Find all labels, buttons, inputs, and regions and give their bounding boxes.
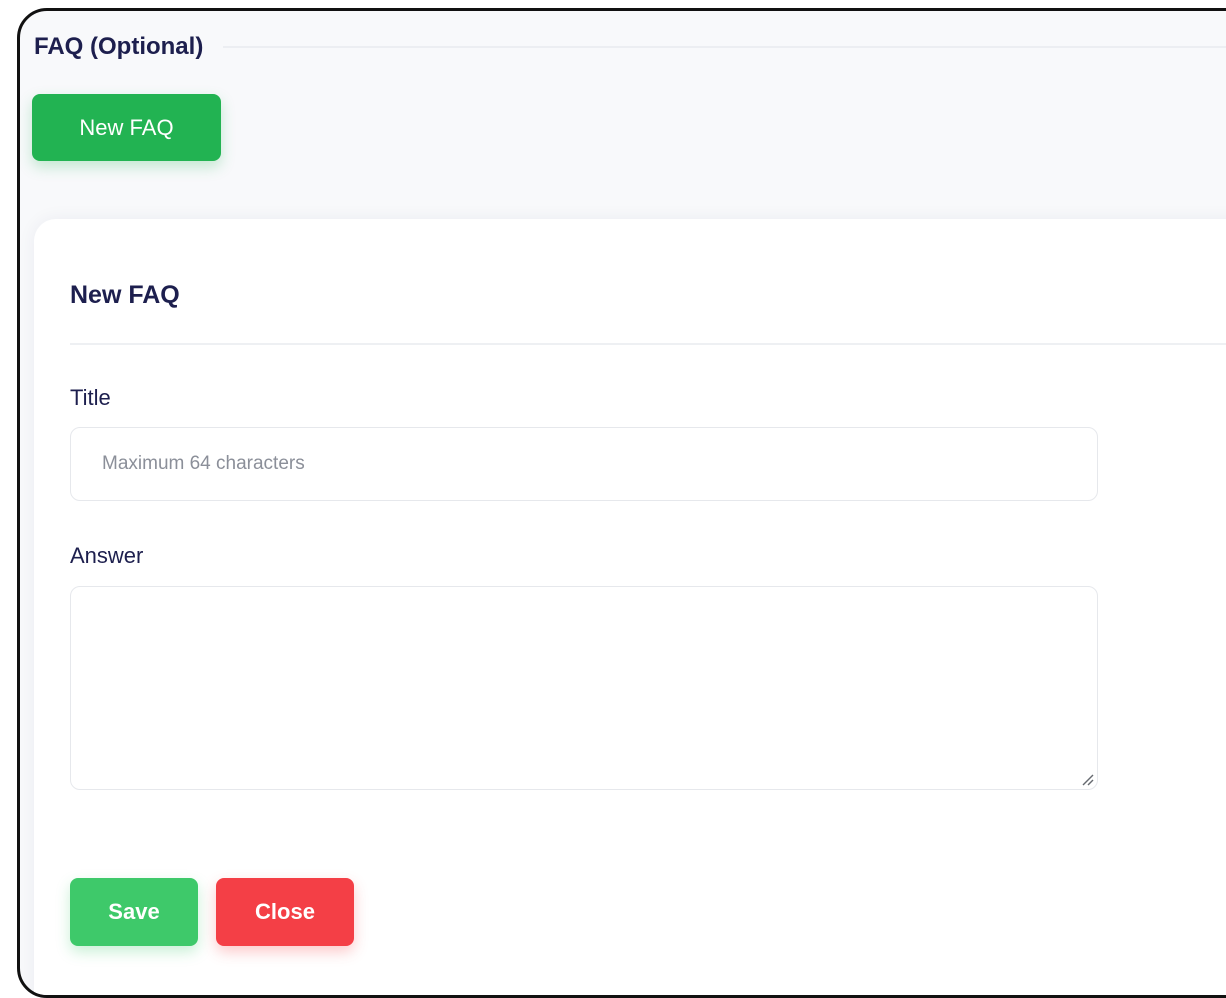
title-label: Title — [70, 385, 111, 410]
form-heading: New FAQ — [70, 281, 180, 309]
save-button[interactable]: Save — [70, 878, 198, 946]
new-faq-form-panel: New FAQ Title Answer Save Close — [34, 219, 1226, 995]
faq-section-header: FAQ (Optional) — [34, 33, 1226, 61]
close-button[interactable]: Close — [216, 878, 354, 946]
resize-grip-icon[interactable] — [1080, 772, 1094, 786]
answer-textarea[interactable] — [70, 586, 1098, 790]
section-title: FAQ (Optional) — [34, 33, 204, 60]
form-divider — [70, 343, 1226, 345]
new-faq-button[interactable]: New FAQ — [32, 94, 221, 161]
screenshot-frame: FAQ (Optional) New FAQ New FAQ Title Ans… — [17, 8, 1226, 998]
answer-label: Answer — [70, 543, 144, 568]
title-input[interactable] — [70, 427, 1098, 501]
section-divider — [223, 46, 1226, 48]
